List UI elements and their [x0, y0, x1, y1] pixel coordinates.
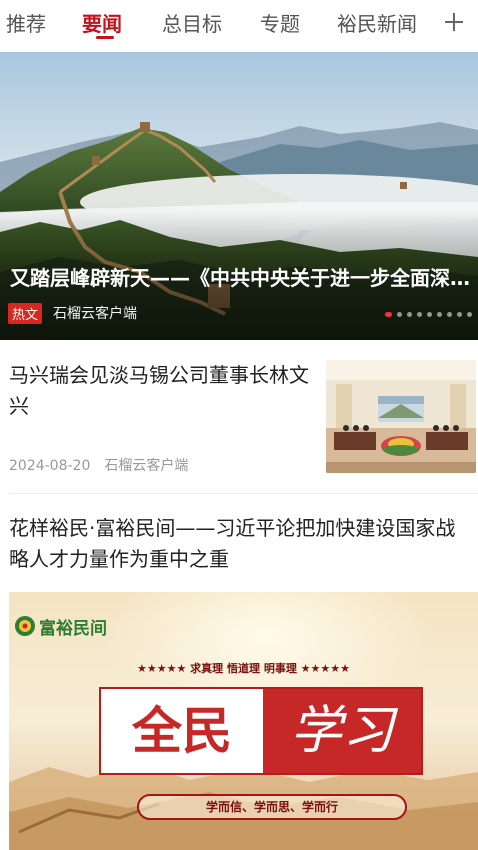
tab-recommend[interactable]: 推荐 — [6, 8, 46, 37]
hero-gradient-overlay — [0, 52, 478, 340]
carousel-dot[interactable] — [447, 312, 452, 317]
banner-motto: 学而信、学而思、学而行 — [137, 794, 407, 820]
banner-headline-right: 学习 — [263, 689, 421, 773]
channel-tab-bar: 推荐 要闻 总目标 专题 裕民新闻 — [0, 0, 478, 46]
article-source: 石榴云客户端 — [104, 458, 189, 474]
article-meta: 2024-08-20 石榴云客户端 — [9, 455, 188, 475]
hero-title[interactable]: 又踏层峰辟新天——《中共中央关于进一步全面深化改革 — [10, 262, 475, 291]
carousel-indicator — [385, 312, 472, 317]
meeting-room-thumbnail — [326, 360, 476, 473]
carousel-dot[interactable] — [407, 312, 412, 317]
hero-carousel[interactable]: 又踏层峰辟新天——《中共中央关于进一步全面深化改革 热文 石榴云客户端 — [0, 52, 478, 340]
carousel-dot[interactable] — [427, 312, 432, 317]
list-divider — [9, 493, 478, 494]
tab-overall-goal[interactable]: 总目标 — [162, 8, 222, 37]
tab-yumin-news[interactable]: 裕民新闻 — [337, 8, 417, 37]
article-date: 2024-08-20 — [9, 458, 91, 474]
tab-headlines[interactable]: 要闻 — [82, 8, 122, 37]
banner-brand-name: 富裕民间 — [39, 619, 107, 639]
banner-slogan: ★★★★★ 求真理 悟道理 明事理 ★★★★★ — [137, 662, 350, 675]
hot-article-badge: 热文 — [8, 303, 43, 324]
carousel-dot[interactable] — [467, 312, 472, 317]
banner-headline-box: 全民 学习 — [99, 687, 423, 775]
carousel-dot[interactable] — [397, 312, 402, 317]
brand-logo-icon — [15, 616, 35, 636]
add-channel-icon[interactable] — [442, 6, 466, 36]
tab-special-topics[interactable]: 专题 — [260, 8, 300, 37]
carousel-dot-active[interactable] — [385, 312, 392, 317]
article-title[interactable]: 马兴瑞会见淡马锡公司董事长林文兴 — [9, 360, 309, 422]
carousel-dot[interactable] — [437, 312, 442, 317]
banner-headline-left: 全民 — [101, 689, 263, 773]
active-tab-indicator — [96, 36, 114, 39]
article-title[interactable]: 花样裕民·富裕民间——习近平论把加快建设国家战略人才力量作为重中之重 — [9, 513, 474, 575]
article-banner-image[interactable]: 富裕民间 ★★★★★ 求真理 悟道理 明事理 ★★★★★ 全民 学习 学而信、学… — [9, 592, 478, 850]
carousel-dot[interactable] — [457, 312, 462, 317]
hero-source: 石榴云客户端 — [53, 306, 137, 322]
news-list-item[interactable]: 马兴瑞会见淡马锡公司董事长林文兴 2024-08-20 石榴云客户端 — [0, 348, 478, 488]
carousel-dot[interactable] — [417, 312, 422, 317]
